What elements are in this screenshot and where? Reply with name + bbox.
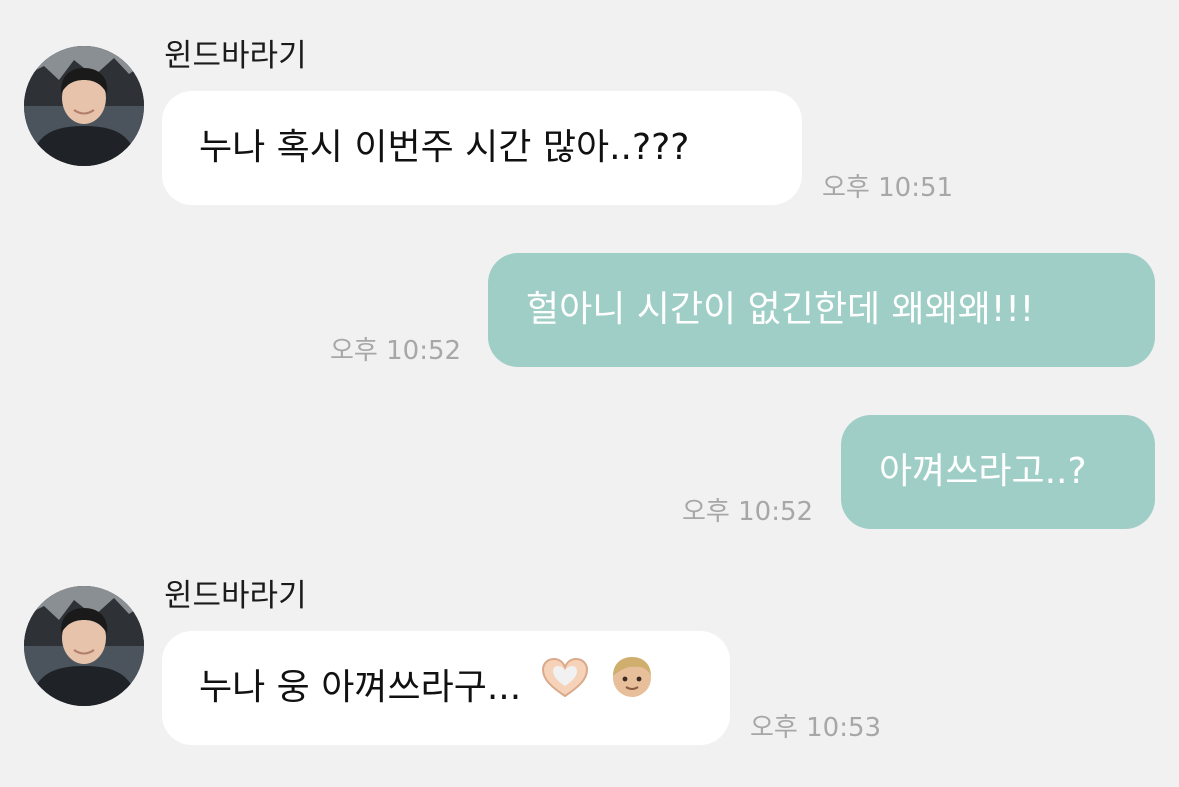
message-bubble[interactable]: 헐아니 시간이 없긴한데 왜왜왜!!! — [488, 253, 1155, 367]
message-bubble[interactable]: 누나 혹시 이번주 시간 많아..??? — [162, 91, 802, 205]
sender-name: 윈드바라기 — [164, 578, 307, 614]
message-bubble[interactable]: 아껴쓰라고..? — [841, 415, 1155, 529]
message-text: 아껴쓰라고..? — [879, 451, 1087, 492]
message-timestamp: 오후 10:53 — [750, 713, 882, 743]
avatar-photo — [24, 46, 144, 166]
message-timestamp: 오후 10:51 — [822, 173, 954, 203]
message-text: 누나 웅 아껴쓰라구... — [199, 667, 522, 708]
message-bubble[interactable]: 누나 웅 아껴쓰라구... — [162, 631, 730, 745]
message-text: 누나 혹시 이번주 시간 많아..??? — [199, 127, 690, 168]
avatar[interactable] — [24, 46, 144, 166]
sender-name: 윈드바라기 — [164, 38, 307, 74]
heart-hands-emoji — [539, 632, 591, 745]
avatar-photo — [24, 586, 144, 706]
message-timestamp: 오후 10:52 — [682, 497, 814, 527]
avatar[interactable] — [24, 586, 144, 706]
message-text: 헐아니 시간이 없긴한데 왜왜왜!!! — [526, 289, 1035, 330]
message-timestamp: 오후 10:52 — [330, 336, 462, 366]
boy-emoji — [608, 632, 656, 745]
